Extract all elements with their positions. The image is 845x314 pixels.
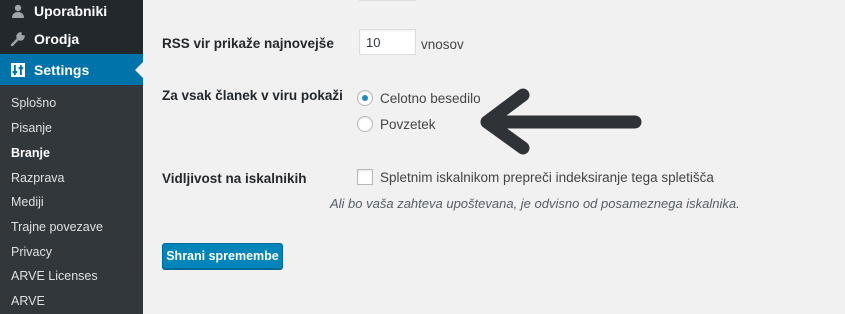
arrow-left-icon bbox=[480, 88, 642, 155]
radio-button[interactable] bbox=[357, 116, 373, 132]
settings-form: RSS vir prikaže najnovejše vnosov Za vsa… bbox=[143, 0, 845, 314]
radio-dot bbox=[362, 95, 368, 101]
checkbox[interactable] bbox=[357, 169, 373, 185]
radio-label: Celotno besedilo bbox=[380, 90, 481, 106]
visibility-description: Ali bo vaša zahteva upoštevana, je odvis… bbox=[330, 196, 740, 211]
menu-item-settings[interactable]: Settings bbox=[0, 54, 143, 85]
submenu-item-mediji[interactable]: Mediji bbox=[11, 195, 44, 209]
submenu-item-privacy[interactable]: Privacy bbox=[11, 245, 52, 259]
rss-count-input[interactable] bbox=[359, 29, 416, 55]
settings-sliders-icon bbox=[8, 60, 28, 80]
submenu-item-trajne-povezave[interactable]: Trajne povezave bbox=[11, 220, 103, 234]
menu-item-label: Orodja bbox=[34, 31, 80, 47]
radio-button-checked[interactable] bbox=[357, 90, 373, 106]
visibility-label: Vidljivost na iskalnikih bbox=[162, 171, 307, 186]
admin-sidebar: Uporabniki Orodja Settings Splošno Pisan… bbox=[0, 0, 143, 314]
radio-summary[interactable]: Povzetek bbox=[357, 116, 436, 132]
settings-submenu: Splošno Pisanje Branje Razprava Mediji T… bbox=[0, 85, 143, 314]
rss-suffix: vnosov bbox=[421, 37, 464, 52]
previous-field-input[interactable] bbox=[359, 0, 416, 1]
radio-full-text[interactable]: Celotno besedilo bbox=[357, 90, 481, 106]
save-changes-button[interactable]: Shrani spremembe bbox=[162, 243, 283, 269]
submenu-item-branje[interactable]: Branje bbox=[11, 146, 50, 160]
radio-label: Povzetek bbox=[380, 116, 436, 132]
checkbox-label: Spletnim iskalnikom prepreči indeksiranj… bbox=[380, 169, 714, 185]
feed-content-label: Za vsak članek v viru pokaži bbox=[162, 88, 343, 103]
submenu-item-arve[interactable]: ARVE bbox=[11, 294, 45, 308]
user-icon bbox=[8, 1, 28, 21]
submenu-item-arve-licenses[interactable]: ARVE Licenses bbox=[11, 269, 98, 283]
submenu-item-pisanje[interactable]: Pisanje bbox=[11, 121, 52, 135]
submenu-item-splosno[interactable]: Splošno bbox=[11, 96, 56, 110]
menu-item-users[interactable]: Uporabniki bbox=[0, 0, 143, 26]
menu-item-tools[interactable]: Orodja bbox=[0, 24, 143, 54]
menu-item-label: Settings bbox=[34, 61, 90, 78]
wrench-icon bbox=[8, 29, 28, 49]
rss-label: RSS vir prikaže najnovejše bbox=[162, 36, 334, 51]
menu-item-label: Uporabniki bbox=[34, 3, 108, 19]
discourage-search-engines[interactable]: Spletnim iskalnikom prepreči indeksiranj… bbox=[357, 169, 714, 185]
submenu-item-razprava[interactable]: Razprava bbox=[11, 171, 65, 185]
